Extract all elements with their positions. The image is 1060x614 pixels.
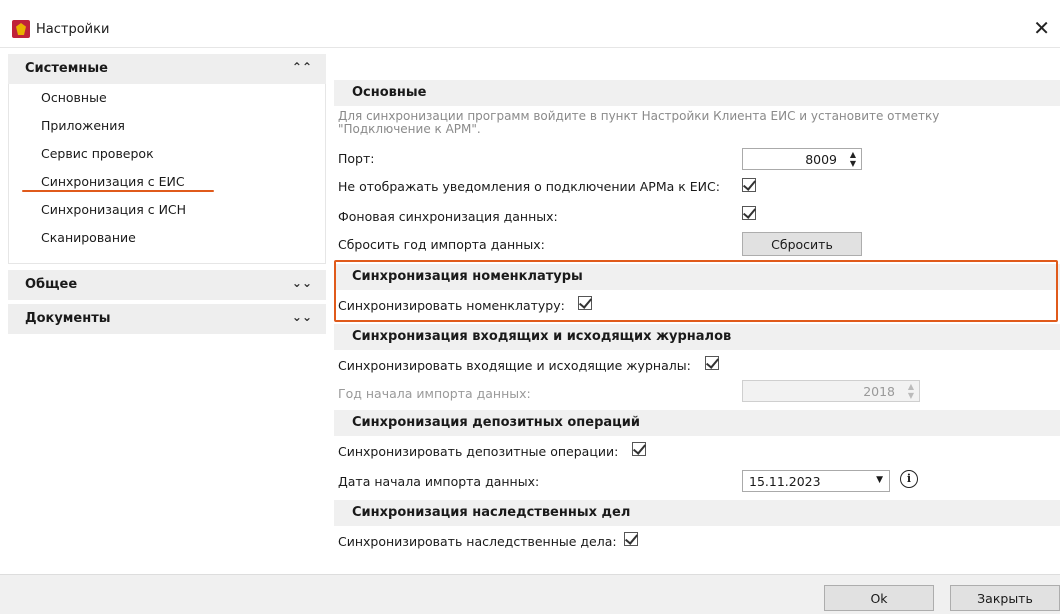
settings-content: Основные Для синхронизации программ войд… [328,48,1060,574]
sidebar-item-basic[interactable]: Основные [41,90,107,105]
dropdown-arrow-icon[interactable]: ▼ [876,475,883,485]
info-icon[interactable]: i [900,470,918,488]
section-inheritance-title: Синхронизация наследственных дел [334,500,1060,526]
sync-description: Для синхронизации программ войдите в пун… [338,109,940,136]
start-date-value: 15.11.2023 [749,474,821,489]
dialog-footer: Ok Закрыть [0,574,1060,614]
sidebar-item-checks[interactable]: Сервис проверок [41,146,154,161]
ok-button[interactable]: Ok [824,585,934,611]
port-value: 8009 [805,152,837,167]
group-general-label: Общее [25,277,78,292]
group-documents[interactable]: Документы ⌄⌄ [8,304,326,334]
group-general[interactable]: Общее ⌄⌄ [8,270,326,300]
background-sync-checkbox[interactable] [742,206,756,220]
group-documents-label: Документы [25,311,111,326]
group-system[interactable]: Системные ⌃⌃ [8,54,326,84]
window-title: Настройки [36,22,110,37]
app-logo-icon [12,20,30,38]
active-item-underline [22,190,214,192]
start-year-stepper[interactable]: 2018 ▲ ▼ [742,380,920,402]
section-nomenclature-title: Синхронизация номенклатуры [334,264,1060,290]
sidebar-item-sync-isn[interactable]: Синхронизация с ИСН [41,202,186,217]
journals-sync-checkbox[interactable] [705,356,719,370]
sidebar-item-sync-eis[interactable]: Синхронизация с ЕИС [41,174,185,189]
expand-chevron-icon[interactable]: ⌄⌄ [292,276,312,290]
inheritance-sync-checkbox[interactable] [624,532,638,546]
inheritance-sync-label: Синхронизировать наследственные дела: [338,534,617,549]
start-year-label: Год начала импорта данных: [338,386,531,401]
no-notify-label: Не отображать уведомления о подключении … [338,179,720,194]
sidebar-item-scan[interactable]: Сканирование [41,230,136,245]
journals-sync-label: Синхронизировать входящие и исходящие жу… [338,358,691,373]
close-window-icon[interactable]: ✕ [1033,16,1050,40]
sidebar-item-apps[interactable]: Приложения [41,118,125,133]
nomenclature-sync-label: Синхронизировать номенклатуру: [338,298,565,313]
stepper-arrows-icon[interactable]: ▲ ▼ [908,382,914,400]
port-stepper[interactable]: 8009 ▲ ▼ [742,148,862,170]
port-label: Порт: [338,151,375,166]
title-bar: Настройки ✕ [0,0,1060,48]
collapse-chevron-icon[interactable]: ⌃⌃ [292,60,312,74]
settings-sidebar: Системные ⌃⌃ Основные Приложения Сервис … [8,48,326,574]
deposits-sync-label: Синхронизировать депозитные операции: [338,444,619,459]
group-system-label: Системные [25,61,108,76]
section-journals-title: Синхронизация входящих и исходящих журна… [334,324,1060,350]
stepper-arrows-icon[interactable]: ▲ ▼ [850,150,856,168]
background-sync-label: Фоновая синхронизация данных: [338,209,558,224]
expand-chevron-icon[interactable]: ⌄⌄ [292,310,312,324]
section-basic-title: Основные [334,80,1060,106]
start-date-picker[interactable]: 15.11.2023 ▼ [742,470,890,492]
system-items-list: Основные Приложения Сервис проверок Синх… [8,84,326,264]
nomenclature-sync-checkbox[interactable] [578,296,592,310]
reset-button[interactable]: Сбросить [742,232,862,256]
reset-year-label: Сбросить год импорта данных: [338,237,545,252]
section-deposits-title: Синхронизация депозитных операций [334,410,1060,436]
start-date-label: Дата начала импорта данных: [338,474,540,489]
deposits-sync-checkbox[interactable] [632,442,646,456]
no-notify-checkbox[interactable] [742,178,756,192]
close-button[interactable]: Закрыть [950,585,1060,611]
start-year-value: 2018 [863,384,895,399]
